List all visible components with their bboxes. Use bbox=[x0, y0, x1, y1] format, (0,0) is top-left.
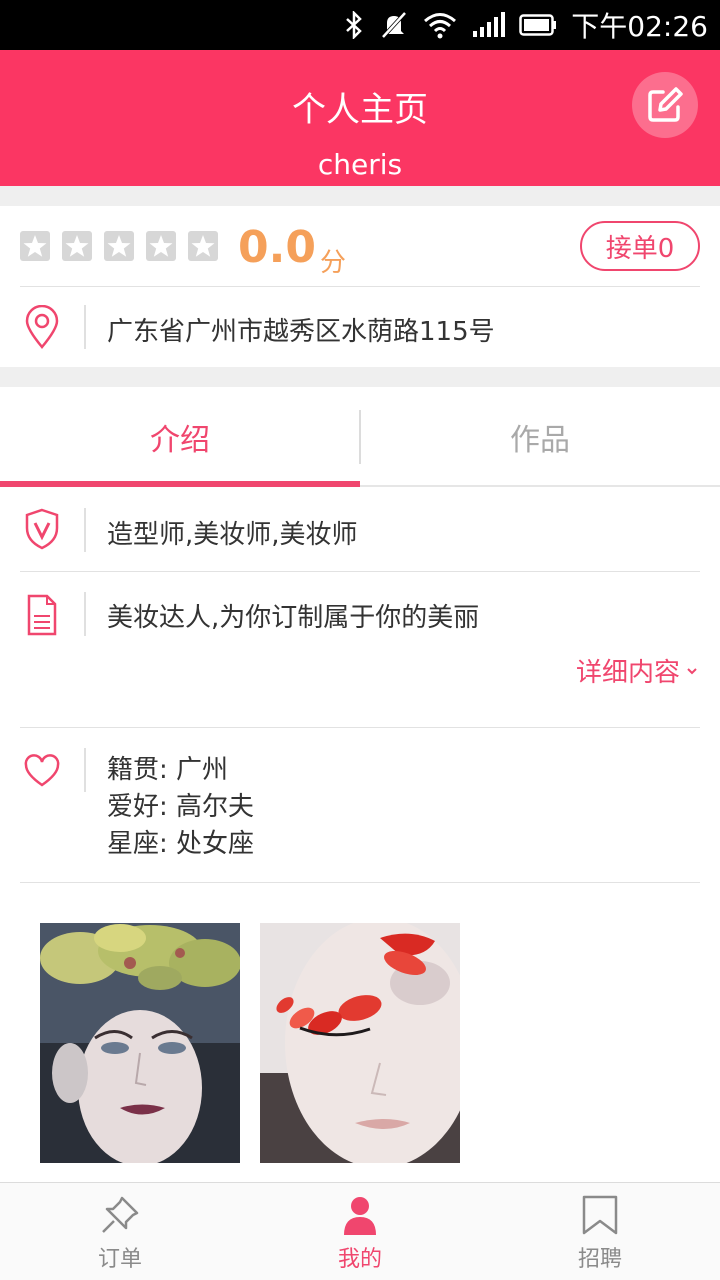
tab-active-indicator bbox=[0, 481, 360, 487]
bluetooth-icon bbox=[343, 11, 365, 39]
status-bar: 下午02:26 bbox=[0, 0, 720, 50]
document-icon bbox=[22, 592, 62, 638]
tab-bar: 介绍 作品 bbox=[0, 387, 720, 487]
signal-icon bbox=[471, 11, 506, 39]
edit-profile-button[interactable] bbox=[632, 72, 698, 138]
star-icon bbox=[104, 231, 134, 261]
mute-icon bbox=[379, 11, 409, 39]
more-details-label: 详细内容 bbox=[575, 658, 680, 688]
hobby-text: 爱好: 高尔夫 bbox=[107, 792, 255, 822]
hometown-text: 籍贯: 广州 bbox=[107, 755, 229, 785]
work-photo[interactable] bbox=[40, 923, 240, 1163]
accept-order-button[interactable]: 接单0 bbox=[580, 221, 700, 271]
nav-orders[interactable]: 订单 bbox=[0, 1183, 240, 1280]
personal-info: 籍贯: 广州 爱好: 高尔夫 星座: 处女座 bbox=[107, 752, 254, 863]
bottom-navigation: 订单 我的 招聘 bbox=[0, 1182, 720, 1280]
star-icon bbox=[62, 231, 92, 261]
address-row: 广东省广州市越秀区水荫路115号 bbox=[0, 287, 720, 367]
person-icon bbox=[344, 1197, 376, 1235]
nav-orders-label: 订单 bbox=[97, 1247, 142, 1272]
rating-score: 0.0 bbox=[238, 222, 316, 273]
rating-row: 0.0 分 接单0 bbox=[0, 206, 720, 286]
rating-unit: 分 bbox=[320, 248, 347, 278]
star-rating bbox=[20, 231, 218, 261]
vertical-separator bbox=[84, 508, 86, 552]
vertical-separator bbox=[84, 592, 86, 636]
zodiac-text: 星座: 处女座 bbox=[107, 829, 255, 859]
more-details-link[interactable]: 详细内容 bbox=[576, 652, 698, 689]
work-photo[interactable] bbox=[260, 923, 460, 1163]
nav-mine-label: 我的 bbox=[337, 1247, 382, 1272]
section-gap bbox=[0, 367, 720, 387]
clock: 下午02:26 bbox=[571, 10, 708, 43]
description-text: 美妆达人,为你订制属于你的美丽 bbox=[107, 603, 480, 633]
profile-header: 个人主页 cheris bbox=[0, 50, 720, 186]
nav-jobs-label: 招聘 bbox=[577, 1247, 622, 1272]
nav-mine[interactable]: 我的 bbox=[240, 1183, 480, 1280]
location-pin-icon bbox=[22, 304, 62, 350]
tab-works[interactable]: 作品 bbox=[360, 387, 720, 487]
section-gap bbox=[0, 186, 720, 206]
star-icon bbox=[188, 231, 218, 261]
page-title: 个人主页 bbox=[292, 90, 428, 130]
star-icon bbox=[20, 231, 50, 261]
divider bbox=[20, 882, 700, 883]
vertical-separator bbox=[84, 748, 86, 792]
edit-icon bbox=[648, 87, 683, 122]
star-icon bbox=[146, 231, 176, 261]
roles-text: 造型师,美妆师,美妆师 bbox=[107, 520, 358, 550]
chevron-down-icon bbox=[687, 667, 697, 674]
battery-icon bbox=[519, 13, 557, 37]
divider bbox=[20, 727, 700, 728]
verified-shield-icon bbox=[22, 506, 62, 552]
address-text: 广东省广州市越秀区水荫路115号 bbox=[107, 317, 495, 347]
tab-intro[interactable]: 介绍 bbox=[0, 387, 360, 487]
divider bbox=[20, 571, 700, 572]
heart-icon bbox=[22, 748, 62, 794]
nav-jobs[interactable]: 招聘 bbox=[480, 1183, 720, 1280]
bookmark-icon bbox=[582, 1195, 618, 1235]
pin-icon bbox=[102, 1196, 139, 1233]
vertical-separator bbox=[84, 305, 86, 349]
wifi-icon bbox=[423, 11, 457, 39]
username: cheris bbox=[317, 148, 403, 181]
